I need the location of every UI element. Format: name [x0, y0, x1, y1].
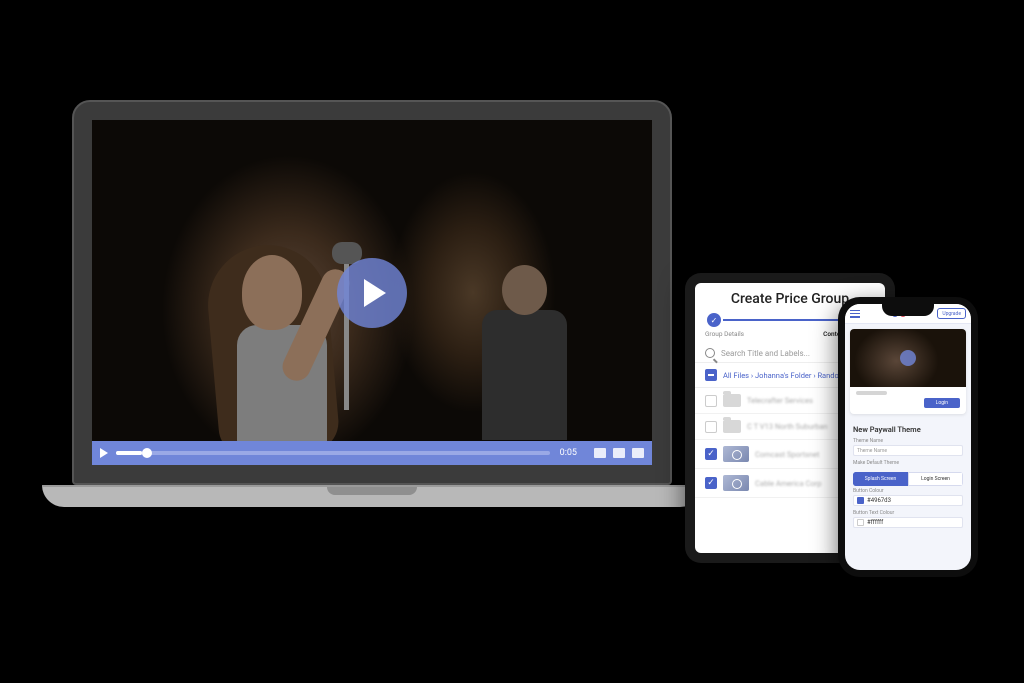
preview-title-placeholder	[856, 391, 887, 395]
player-controls: 0:05	[92, 441, 652, 465]
section-title: New Paywall Theme	[845, 419, 971, 436]
item-label: Telecrafter Services	[747, 396, 813, 405]
theme-name-input[interactable]: Theme Name	[853, 445, 963, 456]
preview-card: Login	[850, 329, 966, 414]
timestamp: 0:05	[560, 448, 577, 458]
breadcrumb[interactable]: All Files › Johanna's Folder › Random	[723, 371, 845, 380]
fullscreen-icon[interactable]	[632, 448, 644, 458]
colour-value: #ffffff	[867, 519, 883, 526]
select-all-checkbox[interactable]	[705, 369, 717, 381]
preview-login-button[interactable]: Login	[924, 398, 960, 408]
row-checkbox[interactable]	[705, 421, 717, 433]
play-pause-button[interactable]	[100, 448, 108, 458]
laptop-base	[42, 485, 702, 507]
paywall-preview	[850, 329, 966, 387]
default-theme-row[interactable]: Make Default Theme	[845, 458, 971, 468]
volume-icon[interactable]	[594, 448, 606, 458]
theme-name-field: Theme Name Theme Name	[845, 436, 971, 458]
colour-value: #4967d3	[867, 497, 891, 504]
field-label: Button Text Colour	[853, 510, 963, 516]
play-button[interactable]	[337, 258, 407, 328]
menu-icon[interactable]	[850, 310, 860, 318]
folder-icon	[723, 394, 741, 407]
item-label: Comcast Sportsnet	[755, 450, 820, 459]
settings-icon[interactable]	[613, 448, 625, 458]
button-text-colour-field: Button Text Colour #ffffff	[845, 508, 971, 530]
video-thumbnail-icon	[723, 446, 749, 462]
search-input[interactable]: Search Title and Labels...	[721, 349, 810, 358]
seek-bar[interactable]	[116, 451, 550, 455]
field-label: Theme Name	[853, 438, 963, 444]
button-text-colour-input[interactable]: #ffffff	[853, 517, 963, 528]
row-checkbox[interactable]	[705, 395, 717, 407]
tab-splash-screen[interactable]: Splash Screen	[853, 472, 908, 486]
laptop-mockup: 0:05	[72, 100, 672, 507]
screen-tabs: Splash Screen Login Screen	[853, 472, 963, 486]
colour-swatch-icon	[857, 497, 864, 504]
item-label: C T V13 North Suburban	[747, 422, 828, 431]
phone-mockup: Upgrade Login New Paywall Theme Theme Na…	[838, 297, 978, 577]
phone-screen: Upgrade Login New Paywall Theme Theme Na…	[845, 304, 971, 570]
colour-swatch-icon	[857, 519, 864, 526]
video-player: 0:05	[92, 120, 652, 465]
tab-login-screen[interactable]: Login Screen	[908, 472, 963, 486]
step-connector	[723, 319, 857, 321]
folder-icon	[723, 420, 741, 433]
row-checkbox[interactable]	[705, 477, 717, 489]
upgrade-button[interactable]: Upgrade	[937, 308, 966, 319]
phone-notch	[882, 304, 934, 316]
video-thumbnail-icon	[723, 475, 749, 491]
default-theme-label: Make Default Theme	[853, 460, 963, 466]
button-colour-input[interactable]: #4967d3	[853, 495, 963, 506]
row-checkbox[interactable]	[705, 448, 717, 460]
laptop-bezel: 0:05	[72, 100, 672, 485]
field-label: Button Colour	[853, 488, 963, 494]
step-1-label: Group Details	[705, 330, 744, 338]
play-icon	[364, 279, 386, 307]
step-1[interactable]	[707, 313, 721, 327]
search-icon	[705, 348, 715, 358]
guitarist-figure	[462, 265, 602, 455]
button-colour-field: Button Colour #4967d3	[845, 486, 971, 508]
item-label: Cable America Corp	[755, 479, 821, 488]
